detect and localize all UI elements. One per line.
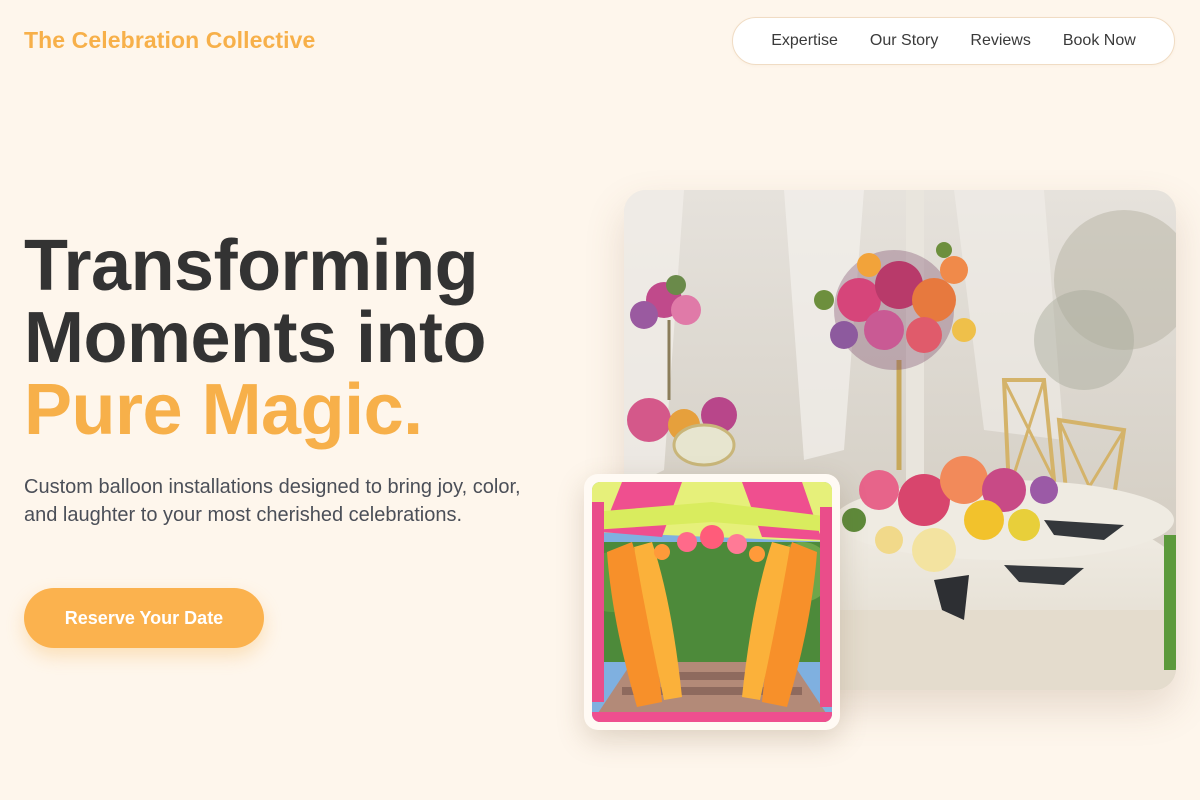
nav-link-expertise[interactable]: Expertise	[771, 32, 838, 50]
headline-line-1: Transforming	[24, 226, 479, 306]
nav-link-our-story[interactable]: Our Story	[870, 32, 938, 50]
brand-logo[interactable]: The Celebration Collective	[24, 27, 315, 54]
inset-photo-frame	[584, 474, 840, 730]
nav-link-book-now[interactable]: Book Now	[1063, 32, 1136, 50]
hero-subtitle: Custom balloon installations designed to…	[24, 476, 521, 526]
headline-line-2: Moments into	[24, 298, 486, 378]
headline-accent: Pure Magic.	[24, 370, 423, 450]
reserve-date-button[interactable]: Reserve Your Date	[24, 588, 264, 648]
main-nav: Expertise Our Story Reviews Book Now	[732, 17, 1175, 65]
hero-headline: Transforming Moments into Pure Magic.	[24, 230, 584, 446]
inset-event-photo	[592, 482, 832, 722]
page: The Celebration Collective Expertise Our…	[0, 0, 1200, 800]
nav-link-reviews[interactable]: Reviews	[970, 32, 1030, 50]
